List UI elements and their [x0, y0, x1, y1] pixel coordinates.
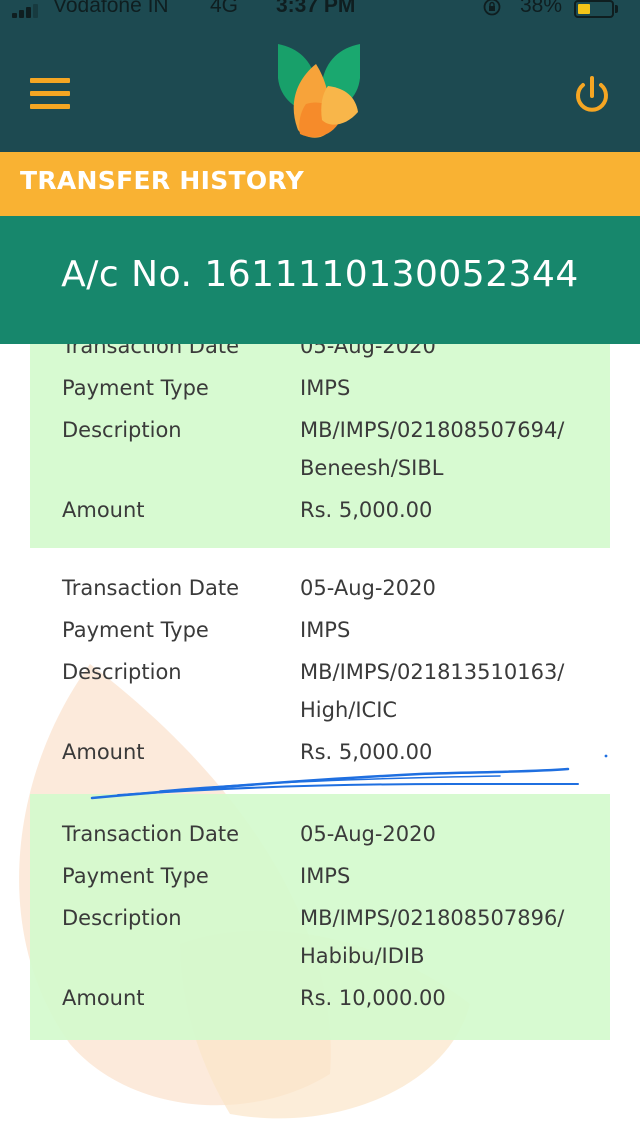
clock-time: 3:37 PM — [276, 0, 356, 17]
description-label: Description — [62, 660, 182, 684]
rotation-lock-icon — [483, 0, 501, 16]
description-line-2: High/ICIC — [300, 698, 398, 722]
transaction-card[interactable]: Transaction Date 05-Aug-2020 Payment Typ… — [30, 548, 610, 794]
account-number-bar: A/c No. 1611110130052344 — [0, 216, 640, 344]
hamburger-menu-icon[interactable] — [30, 78, 70, 110]
transaction-card[interactable]: Transaction Date 05-Aug-2020 Payment Typ… — [30, 794, 610, 1040]
carrier-name: Vodafone IN — [53, 0, 169, 17]
signal-strength-icon — [12, 4, 46, 18]
transaction-date-label: Transaction Date — [62, 822, 240, 846]
power-icon[interactable] — [570, 74, 614, 118]
network-type: 4G — [210, 0, 239, 17]
page-title: TRANSFER HISTORY — [20, 166, 305, 195]
description-line-2: Beneesh/SIBL — [300, 456, 444, 480]
transaction-date-label: Transaction Date — [62, 344, 240, 358]
status-bar: Vodafone IN 4G 3:37 PM 38% — [0, 0, 640, 22]
amount-label: Amount — [62, 986, 145, 1010]
battery-percent: 38% — [520, 0, 563, 17]
battery-icon — [574, 0, 614, 18]
payment-type: IMPS — [300, 864, 351, 888]
transaction-date-label: Transaction Date — [62, 576, 240, 600]
description-line-1: MB/IMPS/021813510163/ — [300, 660, 565, 684]
amount-value: Rs. 10,000.00 — [300, 986, 446, 1010]
amount-value: Rs. 5,000.00 — [300, 498, 433, 522]
payment-type-label: Payment Type — [62, 864, 209, 888]
transaction-list[interactable]: Transaction Date 05-Aug-2020 Payment Typ… — [0, 344, 640, 1124]
description-line-1: MB/IMPS/021808507896/ — [300, 906, 565, 930]
payment-type: IMPS — [300, 376, 351, 400]
bank-leaf-logo — [278, 44, 360, 138]
amount-value: Rs. 5,000.00 — [300, 740, 433, 764]
account-number: A/c No. 1611110130052344 — [61, 254, 579, 295]
amount-label: Amount — [62, 498, 145, 522]
payment-type-label: Payment Type — [62, 618, 209, 642]
transaction-card[interactable]: Transaction Date 05-Aug-2020 Payment Typ… — [30, 344, 610, 548]
description-label: Description — [62, 418, 182, 442]
description-label: Description — [62, 906, 182, 930]
page-title-bar: TRANSFER HISTORY — [0, 152, 640, 216]
payment-type: IMPS — [300, 618, 351, 642]
amount-label: Amount — [62, 740, 145, 764]
payment-type-label: Payment Type — [62, 376, 209, 400]
transaction-date: 05-Aug-2020 — [300, 822, 436, 846]
description-line-2: Habibu/IDIB — [300, 944, 425, 968]
battery-tip — [615, 5, 618, 13]
description-line-1: MB/IMPS/021808507694/ — [300, 418, 565, 442]
transaction-date: 05-Aug-2020 — [300, 344, 436, 358]
app-header — [0, 22, 640, 152]
transaction-date: 05-Aug-2020 — [300, 576, 436, 600]
